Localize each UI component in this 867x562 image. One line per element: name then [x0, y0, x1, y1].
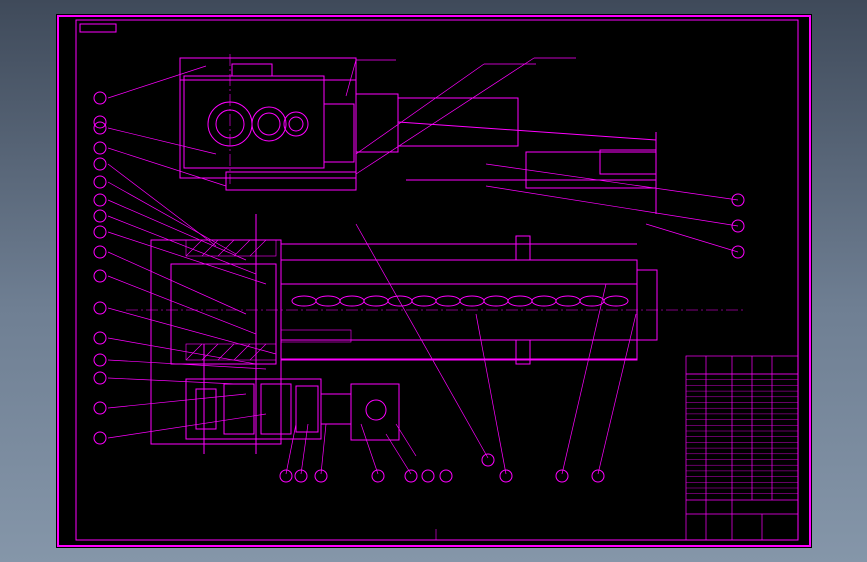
- balloon-bottom-5: [404, 469, 418, 483]
- title-stamp: [79, 23, 117, 33]
- balloon-left-1: [93, 91, 107, 105]
- balloon-left-5: [93, 175, 107, 189]
- balloon-left-13: [93, 353, 107, 367]
- lower-gear-train: [185, 214, 400, 454]
- balloon-bottom-7: [481, 453, 495, 467]
- leader-lines-left: [107, 65, 277, 439]
- balloon-left-16: [93, 431, 107, 445]
- balloon-left-3: [93, 141, 107, 155]
- balloon-left-4: [93, 157, 107, 171]
- leader-lines-right: [485, 163, 739, 253]
- gearbox-housing: [179, 57, 357, 191]
- balloon-left-10: [93, 269, 107, 283]
- main-housing: [150, 235, 658, 445]
- leader-lines-top: [345, 57, 576, 175]
- motor-top: [355, 93, 657, 214]
- balloon-left-8: [93, 225, 107, 239]
- balloon-bottom-9: [555, 469, 569, 483]
- balloon-left-7: [93, 209, 107, 223]
- balloon-bottom-11: [439, 469, 453, 483]
- balloon-left-6: [93, 193, 107, 207]
- balloon-left-14: [93, 371, 107, 385]
- balloon-bottom-6: [421, 469, 435, 483]
- balloon-left-12: [93, 331, 107, 345]
- parts-list-rows: [686, 373, 798, 494]
- leader-lines-bottom: [285, 223, 637, 475]
- assembly-drawing: [57, 15, 811, 547]
- balloon-bottom-1: [279, 469, 293, 483]
- balloon-left-15: [93, 401, 107, 415]
- balloon-bottom-4: [371, 469, 385, 483]
- balloon-left-9: [93, 245, 107, 259]
- chain-links: [291, 295, 629, 307]
- centerlines: [126, 54, 746, 540]
- balloon-bottom-10: [591, 469, 605, 483]
- balloon-bottom-8: [499, 469, 513, 483]
- balloon-left-11: [93, 301, 107, 315]
- cad-viewport[interactable]: [56, 14, 812, 548]
- hatched-sections: [185, 239, 352, 361]
